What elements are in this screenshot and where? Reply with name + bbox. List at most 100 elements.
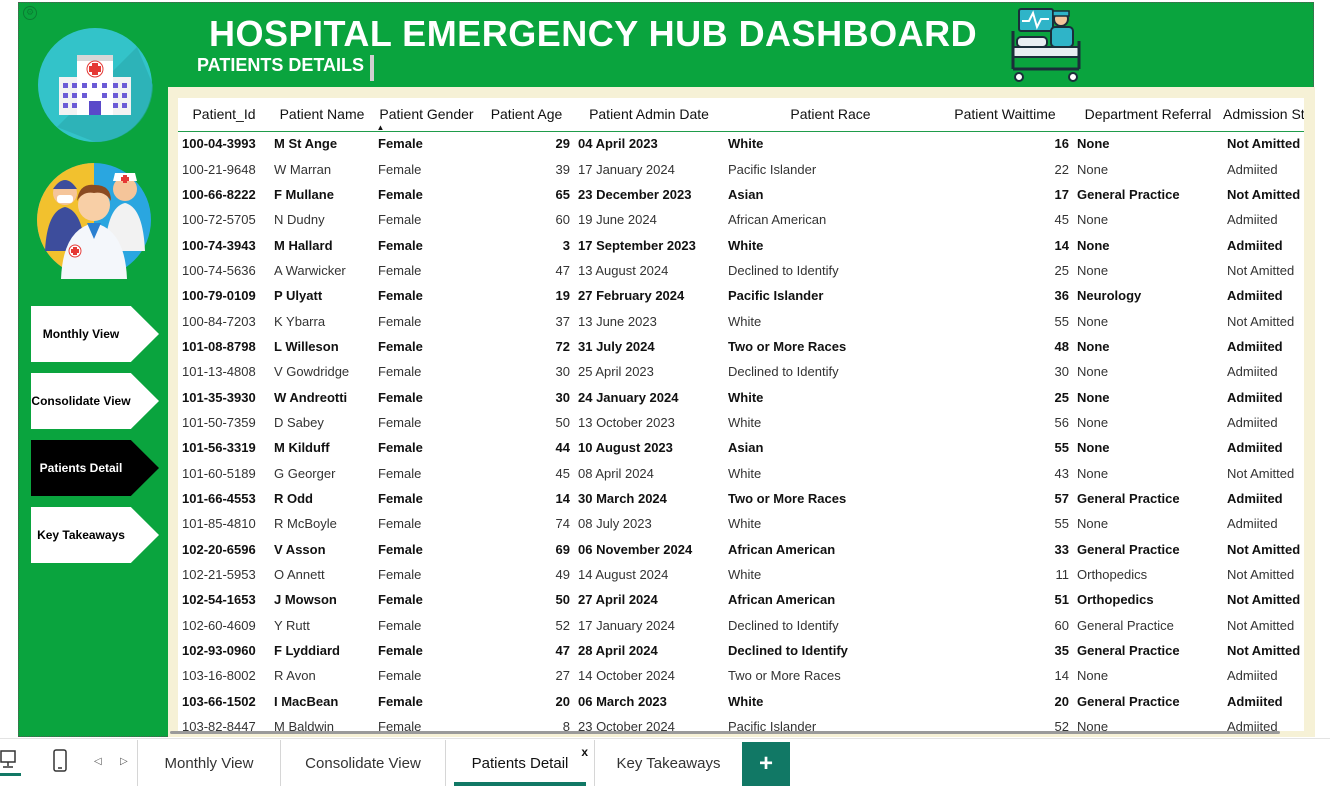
table-cell: Female — [378, 414, 422, 430]
table-row[interactable]: 100-74-3943 M Hallard Female 3 17 September … — [178, 232, 1304, 257]
nav-patients-detail-button[interactable]: Patients Detail — [31, 440, 159, 496]
table-row[interactable]: 101-56-3319 M Kilduff Female 44 10 August 20… — [178, 435, 1304, 460]
horizontal-scrollbar[interactable] — [170, 731, 1280, 734]
table-cell: 48 — [1054, 338, 1069, 354]
table-cell: 08 July 2023 — [578, 516, 652, 532]
table-cell: None — [1077, 516, 1109, 532]
table-row[interactable]: 102-60-4609 Y Rutt Female 52 17 January 2024… — [178, 613, 1304, 638]
column-header[interactable]: Patient Gender ▲ — [374, 98, 479, 132]
table-row[interactable]: 100-79-0109 P Ulyatt Female 19 27 February 2… — [178, 283, 1304, 308]
table-row[interactable]: 101-85-4810 R McBoyle Female 74 08 July 2023… — [178, 511, 1304, 536]
tab-consolidate-view[interactable]: Consolidate View — [280, 740, 445, 786]
table-row[interactable]: 102-93-0960 F Lyddiard Female 47 28 April 20… — [178, 638, 1304, 663]
table-cell: 100-79-0109 — [182, 288, 256, 304]
column-header[interactable]: Department Referral — [1073, 98, 1223, 132]
column-header[interactable]: Patient Race — [724, 98, 937, 132]
table-row[interactable]: 102-54-1653 J Mowson Female 50 27 April 2024… — [178, 587, 1304, 612]
table-row[interactable]: 101-60-5189 G Georger Female 45 08 April 202… — [178, 460, 1304, 485]
table-body: 100-04-3993 M St Ange Female 29 04 April 202… — [178, 131, 1304, 731]
nav-consolidate-view-button[interactable]: Consolidate View — [31, 373, 159, 429]
table-row[interactable]: 102-21-5953 O Annett Female 49 14 August 202… — [178, 562, 1304, 587]
table-cell: Pacific Islander — [728, 288, 824, 304]
table-cell: J Mowson — [274, 592, 337, 608]
close-tab-icon[interactable]: x — [581, 745, 588, 759]
table-cell: Admiited — [1227, 414, 1278, 430]
page-subtitle: PATIENTS DETAILS — [197, 55, 365, 75]
table-row[interactable]: 100-21-9648 W Marran Female 39 17 January 20… — [178, 156, 1304, 181]
table-row[interactable]: 103-82-8447 M Baldwin Female 8 23 October 20… — [178, 714, 1304, 731]
desktop-view-icon[interactable] — [0, 749, 22, 777]
table-cell: Not Amitted — [1227, 643, 1301, 659]
table-cell: Female — [378, 288, 423, 304]
table-row[interactable]: 101-13-4808 V Gowdridge Female 30 25 April 2… — [178, 359, 1304, 384]
table-row[interactable]: 101-66-4553 R Odd Female 14 30 March 2024 Two… — [178, 486, 1304, 511]
column-header[interactable]: Patient Name — [270, 98, 374, 132]
add-page-button[interactable]: + — [742, 742, 790, 786]
table-row[interactable]: 103-66-1502 I MacBean Female 20 06 March 202… — [178, 689, 1304, 714]
table-cell: R Odd — [274, 490, 313, 506]
table-cell: Female — [378, 338, 423, 354]
next-arrow-icon[interactable]: ▷ — [120, 756, 128, 767]
tab-monthly-view[interactable]: Monthly View — [137, 740, 280, 786]
table-row[interactable]: 101-08-8798 L Willeson Female 72 31 July 202… — [178, 334, 1304, 359]
table-row[interactable]: 100-84-7203 K Ybarra Female 37 13 June 2023 W… — [178, 308, 1304, 333]
table-cell: 17 September 2023 — [578, 237, 696, 253]
table-cell: White — [728, 136, 764, 152]
table-cell: Admiited — [1227, 212, 1278, 228]
page-navigation-bar: ◁ ▷ Monthly View Consolidate View Patien… — [0, 738, 1330, 787]
patients-table-visual[interactable]: Patient_Id Patient Name Patient Gender ▲ Pat… — [178, 98, 1304, 731]
table-cell: 31 July 2024 — [578, 338, 655, 354]
table-cell: W Marran — [274, 161, 332, 177]
settings-icon[interactable]: ⚙ — [23, 6, 37, 20]
table-cell: None — [1077, 414, 1109, 430]
prev-arrow-icon[interactable]: ◁ — [94, 756, 102, 767]
column-header[interactable]: Patient Age — [479, 98, 574, 132]
column-header[interactable]: Patient Admin Date — [574, 98, 724, 132]
nav-button-label: Key Takeaways — [37, 528, 125, 542]
mobile-view-icon[interactable] — [53, 749, 67, 773]
table-cell: 35 — [1054, 643, 1069, 659]
table-cell: Neurology — [1077, 288, 1142, 304]
tab-patients-detail[interactable]: Patients Detail x — [445, 740, 594, 786]
table-cell: 72 — [555, 338, 570, 354]
table-cell: 11 — [1055, 567, 1070, 583]
table-cell: 23 October 2024 — [578, 719, 675, 731]
table-cell: L Willeson — [274, 338, 339, 354]
column-header[interactable]: Admission Status — [1223, 98, 1304, 132]
table-cell: N Dudny — [274, 212, 325, 228]
table-cell: 3 — [562, 237, 570, 253]
table-cell: 100-74-3943 — [182, 237, 256, 253]
table-row[interactable]: 100-66-8222 F Mullane Female 65 23 December … — [178, 182, 1304, 207]
table-cell: None — [1077, 237, 1110, 253]
table-row[interactable]: 100-72-5705 N Dudny Female 60 19 June 2024 Af… — [178, 207, 1304, 232]
tab-key-takeaways[interactable]: Key Takeaways — [594, 740, 742, 786]
table-cell: F Lyddiard — [274, 643, 340, 659]
table-cell: 101-66-4553 — [182, 490, 256, 506]
table-cell: Admiited — [1227, 338, 1283, 354]
column-header[interactable]: Patient Waittime — [937, 98, 1073, 132]
table-cell: 102-21-5953 — [182, 567, 256, 583]
table-row[interactable]: 103-16-8002 R Avon Female 27 14 October 2024… — [178, 663, 1304, 688]
table-row[interactable]: 101-50-7359 D Sabey Female 50 13 October 202… — [178, 410, 1304, 435]
table-cell: Not Amitted — [1227, 313, 1295, 329]
table-cell: None — [1077, 389, 1110, 405]
table-cell: Declined to Identify — [728, 643, 848, 659]
table-cell: Admiited — [1227, 516, 1278, 532]
nav-key-takeaways-button[interactable]: Key Takeaways — [31, 507, 159, 563]
table-row[interactable]: 102-20-6596 V Asson Female 69 06 November 20… — [178, 537, 1304, 562]
table-cell: Y Rutt — [274, 617, 310, 633]
table-cell: Admiited — [1227, 719, 1278, 731]
table-cell: 55 — [1054, 440, 1069, 456]
table-cell: Female — [378, 186, 423, 202]
table-row[interactable]: 101-35-3930 W Andreotti Female 30 24 January… — [178, 384, 1304, 409]
table-row[interactable]: 100-74-5636 A Warwicker Female 47 13 August … — [178, 258, 1304, 283]
table-cell: 43 — [1054, 465, 1069, 481]
table-row[interactable]: 100-04-3993 M St Ange Female 29 04 April 202… — [178, 131, 1304, 156]
table-cell: General Practice — [1077, 490, 1180, 506]
column-header[interactable]: Patient_Id — [178, 98, 270, 132]
table-cell: 101-56-3319 — [182, 440, 256, 456]
nav-monthly-view-button[interactable]: Monthly View — [31, 306, 159, 362]
table-cell: 50 — [555, 592, 570, 608]
table-cell: 10 August 2023 — [578, 440, 673, 456]
table-cell: R Avon — [274, 668, 316, 684]
